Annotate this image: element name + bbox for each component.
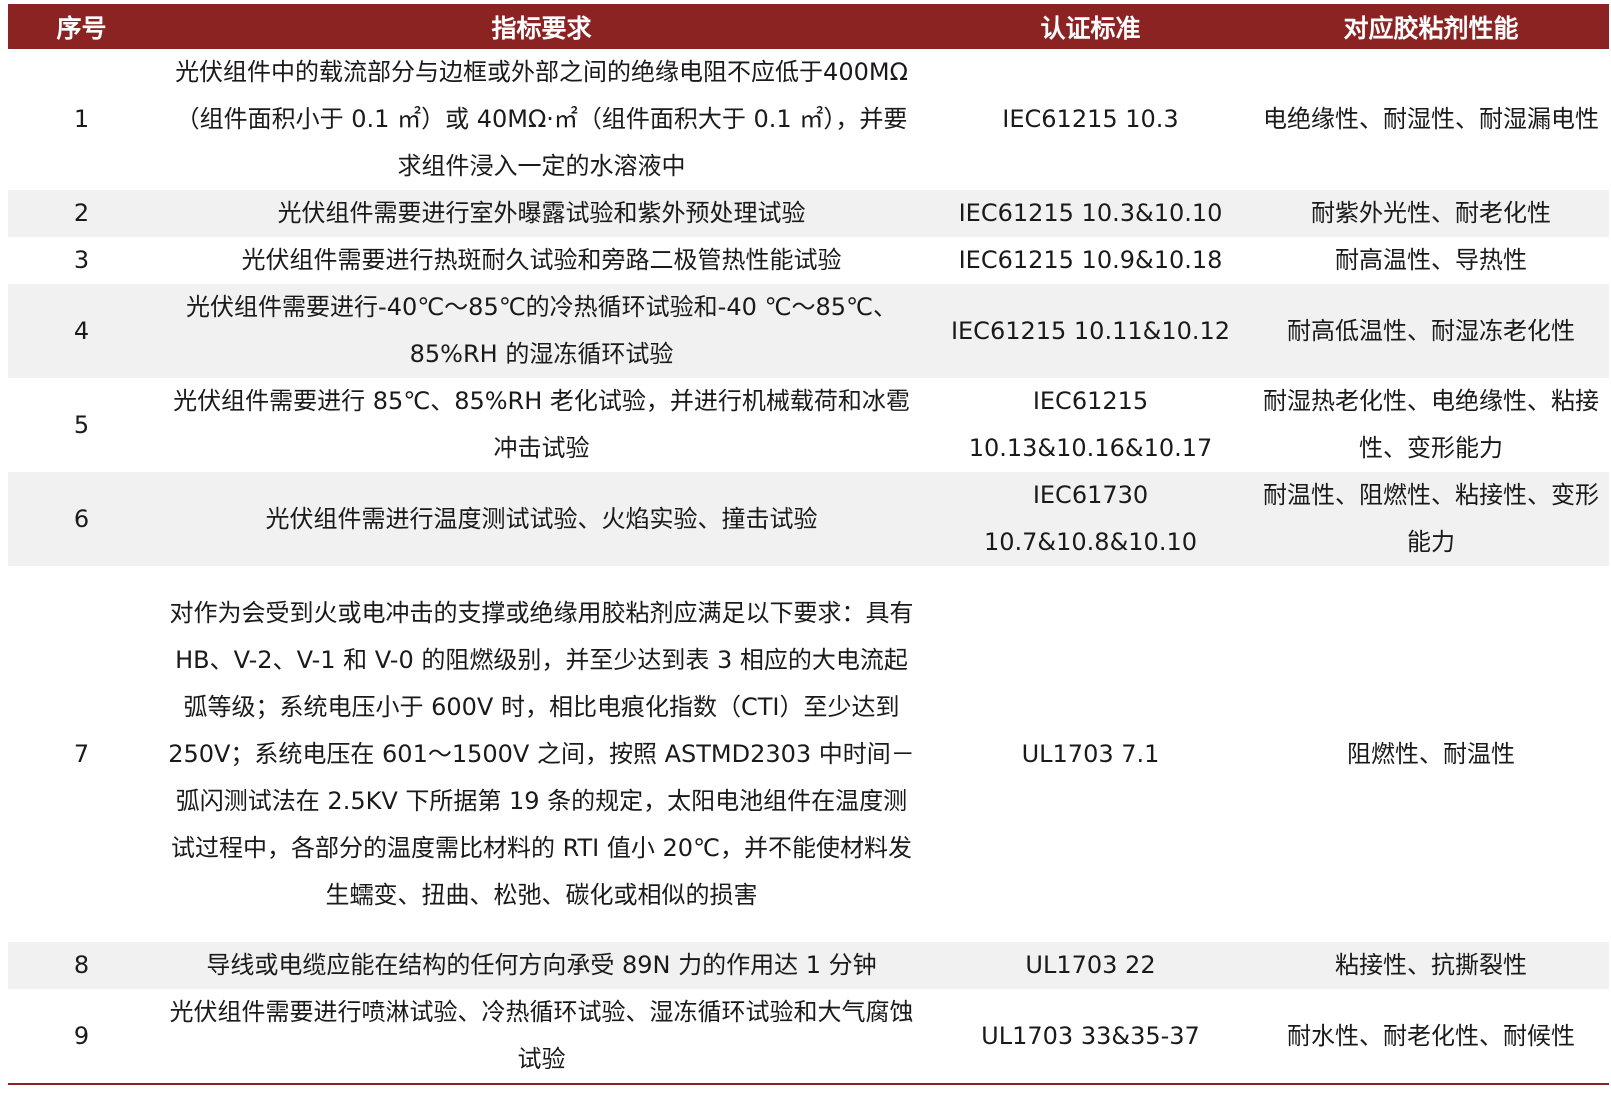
header-requirement: 指标要求 [155, 4, 928, 49]
row-index: 8 [8, 942, 155, 989]
row-standard: IEC61215 10.9&10.18 [928, 237, 1253, 284]
table-row: 5 光伏组件需要进行 85℃、85%RH 老化试验，并进行机械载荷和冰雹冲击试验… [8, 378, 1609, 472]
row-index: 7 [8, 566, 155, 942]
header-performance: 对应胶粘剂性能 [1253, 4, 1609, 49]
row-standard: UL1703 7.1 [928, 566, 1253, 942]
row-requirement: 对作为会受到火或电冲击的支撑或绝缘用胶粘剂应满足以下要求：具有 HB、V-2、V… [155, 566, 928, 942]
row-index: 9 [8, 989, 155, 1083]
row-index: 4 [8, 284, 155, 378]
row-index: 1 [8, 49, 155, 190]
table-row: 8 导线或电缆应能在结构的任何方向承受 89N 力的作用达 1 分钟 UL170… [8, 942, 1609, 989]
row-performance: 阻燃性、耐温性 [1253, 566, 1609, 942]
row-index: 6 [8, 472, 155, 566]
spec-table-container: 序号 指标要求 认证标准 对应胶粘剂性能 1 光伏组件中的载流部分与边框或外部之… [8, 4, 1609, 1085]
table-row: 7 对作为会受到火或电冲击的支撑或绝缘用胶粘剂应满足以下要求：具有 HB、V-2… [8, 566, 1609, 942]
row-requirement: 光伏组件需进行温度测试试验、火焰实验、撞击试验 [155, 472, 928, 566]
row-requirement: 导线或电缆应能在结构的任何方向承受 89N 力的作用达 1 分钟 [155, 942, 928, 989]
table-row: 6 光伏组件需进行温度测试试验、火焰实验、撞击试验 IEC61730 10.7&… [8, 472, 1609, 566]
row-index: 5 [8, 378, 155, 472]
row-requirement: 光伏组件需要进行喷淋试验、冷热循环试验、湿冻循环试验和大气腐蚀试验 [155, 989, 928, 1083]
row-standard: IEC61215 10.11&10.12 [928, 284, 1253, 378]
row-index: 2 [8, 190, 155, 237]
row-performance: 耐高低温性、耐湿冻老化性 [1253, 284, 1609, 378]
row-standard: IEC61730 10.7&10.8&10.10 [928, 472, 1253, 566]
row-performance: 耐高温性、导热性 [1253, 237, 1609, 284]
table-bottom-rule [8, 1083, 1609, 1085]
row-standard: IEC61215 10.3&10.10 [928, 190, 1253, 237]
table-row: 3 光伏组件需要进行热斑耐久试验和旁路二极管热性能试验 IEC61215 10.… [8, 237, 1609, 284]
row-performance: 粘接性、抗撕裂性 [1253, 942, 1609, 989]
row-requirement: 光伏组件需要进行室外曝露试验和紫外预处理试验 [155, 190, 928, 237]
row-requirement: 光伏组件中的载流部分与边框或外部之间的绝缘电阻不应低于400MΩ（组件面积小于 … [155, 49, 928, 190]
row-requirement: 光伏组件需要进行-40℃～85℃的冷热循环试验和-40 ℃～85℃、85%RH … [155, 284, 928, 378]
table-row: 9 光伏组件需要进行喷淋试验、冷热循环试验、湿冻循环试验和大气腐蚀试验 UL17… [8, 989, 1609, 1083]
spec-table: 序号 指标要求 认证标准 对应胶粘剂性能 1 光伏组件中的载流部分与边框或外部之… [8, 4, 1609, 1083]
row-performance: 耐湿热老化性、电绝缘性、粘接性、变形能力 [1253, 378, 1609, 472]
row-standard: IEC61215 10.13&10.16&10.17 [928, 378, 1253, 472]
row-requirement: 光伏组件需要进行 85℃、85%RH 老化试验，并进行机械载荷和冰雹冲击试验 [155, 378, 928, 472]
row-performance: 耐水性、耐老化性、耐候性 [1253, 989, 1609, 1083]
row-index: 3 [8, 237, 155, 284]
header-index: 序号 [8, 4, 155, 49]
row-performance: 耐紫外光性、耐老化性 [1253, 190, 1609, 237]
header-row: 序号 指标要求 认证标准 对应胶粘剂性能 [8, 4, 1609, 49]
row-requirement: 光伏组件需要进行热斑耐久试验和旁路二极管热性能试验 [155, 237, 928, 284]
row-standard: IEC61215 10.3 [928, 49, 1253, 190]
table-header: 序号 指标要求 认证标准 对应胶粘剂性能 [8, 4, 1609, 49]
row-performance: 耐温性、阻燃性、粘接性、变形能力 [1253, 472, 1609, 566]
header-standard: 认证标准 [928, 4, 1253, 49]
table-row: 1 光伏组件中的载流部分与边框或外部之间的绝缘电阻不应低于400MΩ（组件面积小… [8, 49, 1609, 190]
table-body: 1 光伏组件中的载流部分与边框或外部之间的绝缘电阻不应低于400MΩ（组件面积小… [8, 49, 1609, 1083]
table-row: 2 光伏组件需要进行室外曝露试验和紫外预处理试验 IEC61215 10.3&1… [8, 190, 1609, 237]
table-row: 4 光伏组件需要进行-40℃～85℃的冷热循环试验和-40 ℃～85℃、85%R… [8, 284, 1609, 378]
row-performance: 电绝缘性、耐湿性、耐湿漏电性 [1253, 49, 1609, 190]
row-standard: UL1703 22 [928, 942, 1253, 989]
row-standard: UL1703 33&35-37 [928, 989, 1253, 1083]
